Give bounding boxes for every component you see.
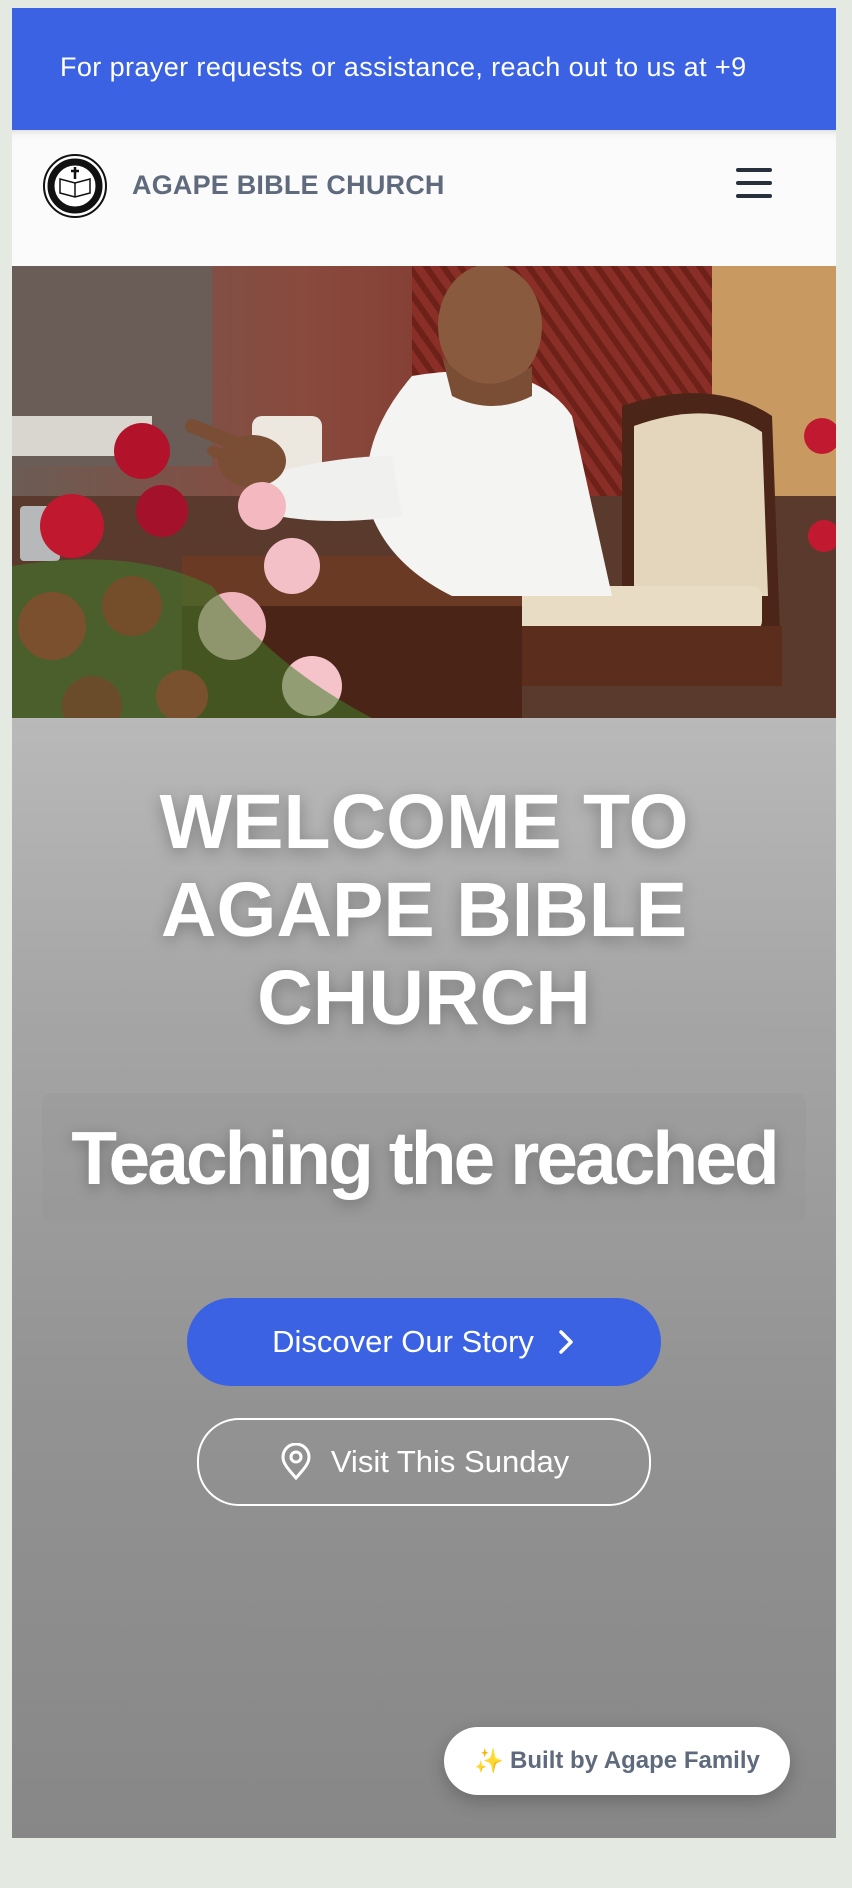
map-pin-icon xyxy=(279,1443,313,1481)
hero-photo xyxy=(12,266,836,718)
discover-story-label: Discover Our Story xyxy=(272,1324,534,1359)
built-by-label: Built by Agape Family xyxy=(510,1747,760,1774)
navbar: AGAPE BIBLE CHURCH xyxy=(12,130,836,267)
announcement-bar: For prayer requests or assistance, reach… xyxy=(12,8,836,130)
tagline-panel: Teaching the reached xyxy=(42,1093,806,1223)
built-by-badge[interactable]: ✨ Built by Agape Family xyxy=(444,1727,790,1795)
visit-sunday-button[interactable]: Visit This Sunday xyxy=(197,1418,651,1506)
hamburger-menu-icon xyxy=(736,168,772,172)
hero-section: WELCOME TO AGAPE BIBLE CHURCH Teaching t… xyxy=(12,718,836,1838)
pastor-speaking-photo xyxy=(12,266,836,718)
page-frame: For prayer requests or assistance, reach… xyxy=(12,8,836,1838)
hamburger-menu-icon xyxy=(736,181,772,185)
announcement-text: For prayer requests or assistance, reach… xyxy=(60,52,747,82)
visit-sunday-label: Visit This Sunday xyxy=(330,1444,570,1479)
sparkles-icon: ✨ xyxy=(474,1747,505,1775)
menu-button[interactable] xyxy=(734,166,774,200)
brand-name[interactable]: AGAPE BIBLE CHURCH xyxy=(132,170,445,201)
church-logo-icon[interactable] xyxy=(42,153,108,219)
chevron-right-icon xyxy=(556,1329,576,1355)
hamburger-menu-icon xyxy=(736,194,772,198)
discover-story-button[interactable]: Discover Our Story xyxy=(187,1298,661,1386)
hero-tagline: Teaching the reached xyxy=(71,1116,780,1200)
hero-heading: WELCOME TO AGAPE BIBLE CHURCH xyxy=(159,779,689,1041)
